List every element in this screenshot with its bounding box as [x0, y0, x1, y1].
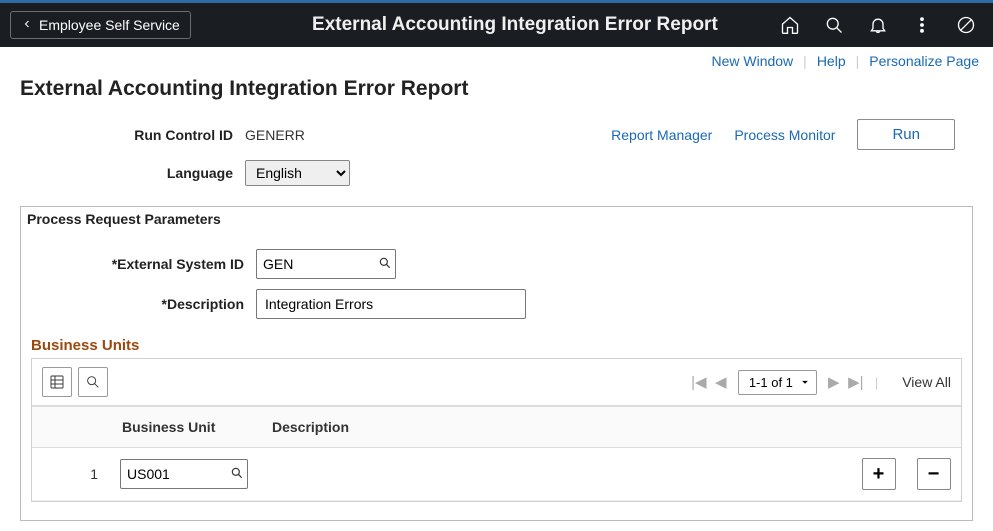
- language-label: Language: [20, 165, 245, 181]
- row-number: 1: [32, 448, 112, 501]
- ext-system-id-field[interactable]: [256, 249, 396, 279]
- run-control-value: GENERR: [245, 127, 305, 143]
- chevron-left-icon: [21, 17, 33, 33]
- business-unit-field[interactable]: [120, 459, 248, 489]
- business-unit-input[interactable]: [121, 462, 227, 486]
- home-icon[interactable]: [779, 14, 801, 36]
- divider: |: [856, 53, 860, 69]
- back-label: Employee Self Service: [39, 17, 180, 33]
- column-header-add: [851, 407, 906, 448]
- first-page-icon[interactable]: |◀: [688, 373, 710, 391]
- language-select[interactable]: English: [245, 160, 350, 186]
- column-header-delete: [906, 407, 961, 448]
- run-control-label: Run Control ID: [20, 127, 245, 143]
- header-page-title: External Accounting Integration Error Re…: [251, 14, 779, 36]
- bell-icon[interactable]: [867, 14, 889, 36]
- grid-settings-button[interactable]: [42, 367, 72, 397]
- grid-find-button[interactable]: [78, 367, 108, 397]
- last-page-icon[interactable]: ▶|: [845, 373, 867, 391]
- compass-icon[interactable]: [955, 14, 977, 36]
- next-page-icon[interactable]: ▶: [823, 373, 845, 391]
- personalize-page-link[interactable]: Personalize Page: [869, 53, 979, 69]
- process-monitor-link[interactable]: Process Monitor: [734, 127, 835, 143]
- params-legend: Process Request Parameters: [21, 207, 972, 239]
- table-row: 1 + −: [32, 448, 961, 501]
- row-range-select[interactable]: 1-1 of 1: [738, 370, 817, 395]
- ext-system-id-label: *External System ID: [31, 256, 256, 272]
- column-header-rownum: [32, 407, 112, 448]
- lookup-icon[interactable]: [227, 466, 247, 483]
- row-description: [262, 448, 851, 501]
- column-header-description: Description: [262, 407, 851, 448]
- prev-page-icon[interactable]: ◀: [710, 373, 732, 391]
- page-title: External Accounting Integration Error Re…: [20, 77, 973, 101]
- divider: |: [803, 53, 807, 69]
- divider: |: [875, 375, 878, 390]
- column-header-business-unit: Business Unit: [112, 407, 262, 448]
- report-manager-link[interactable]: Report Manager: [611, 127, 712, 143]
- back-button[interactable]: Employee Self Service: [10, 11, 191, 39]
- help-link[interactable]: Help: [817, 53, 846, 69]
- add-row-button[interactable]: +: [862, 458, 896, 490]
- lookup-icon[interactable]: [375, 256, 395, 273]
- run-button[interactable]: Run: [857, 119, 955, 150]
- business-units-title: Business Units: [31, 337, 962, 354]
- delete-row-button[interactable]: −: [917, 458, 951, 490]
- search-icon[interactable]: [823, 14, 845, 36]
- view-all-link[interactable]: View All: [892, 374, 951, 390]
- menu-dots-icon[interactable]: [911, 14, 933, 36]
- description-label: *Description: [31, 296, 256, 312]
- new-window-link[interactable]: New Window: [711, 53, 793, 69]
- description-input[interactable]: [256, 289, 526, 319]
- ext-system-id-input[interactable]: [257, 252, 375, 276]
